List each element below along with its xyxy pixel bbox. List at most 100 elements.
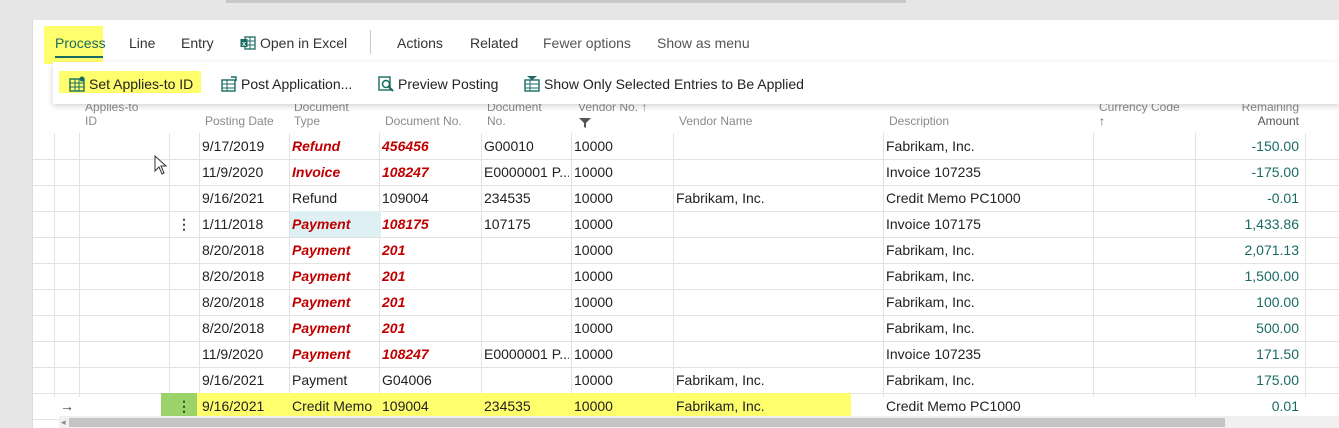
table-row[interactable]: ⋮ 1/11/2018 Payment 108175 107175 10000 …	[33, 211, 1339, 238]
vendor-name-cell	[676, 211, 881, 237]
browser-top-strip	[0, 0, 1339, 20]
posting-date-cell: 1/11/2018	[202, 216, 264, 232]
document-no-cell[interactable]: G04006	[382, 367, 478, 393]
ext-document-no-cell: E0000001 P...	[484, 346, 569, 362]
col-ext-document-no[interactable]: Document No.	[487, 100, 542, 128]
vendor-no-cell: 10000	[574, 138, 613, 154]
document-no-cell[interactable]: 201	[382, 289, 478, 315]
col-applies-to-id-line2: ID	[85, 114, 97, 128]
tab-process[interactable]: Process	[55, 32, 106, 54]
description-cell: Invoice 107235	[886, 346, 981, 362]
scroll-left-icon[interactable]: ◂	[61, 416, 66, 428]
document-no-cell[interactable]: 108247	[382, 159, 478, 185]
table-row[interactable]: 11/9/2020 Payment 108247 E0000001 P... 1…	[33, 341, 1339, 368]
ext-document-no-cell	[484, 263, 569, 289]
open-in-excel-button[interactable]: x Open in Excel	[240, 32, 347, 54]
remaining-amount-cell[interactable]: 171.50	[1198, 341, 1299, 367]
vendor-no-cell: 10000	[574, 216, 613, 232]
post-application-icon	[221, 76, 237, 92]
remaining-amount-cell[interactable]: -0.01	[1198, 185, 1299, 211]
process-active-underline	[55, 56, 103, 58]
sort-ascending-icon: ↑	[1099, 114, 1105, 128]
table-row[interactable]: 8/20/2018 Payment 201 10000 Fabrikam, In…	[33, 289, 1339, 316]
horizontal-scrollbar[interactable]: ◂	[59, 416, 1339, 428]
posting-date-cell: 9/16/2021	[202, 190, 265, 206]
document-type-cell: Payment	[292, 242, 351, 258]
top-scroll-indicator	[226, 0, 906, 3]
table-row[interactable]: 9/17/2019 Refund 456456 G00010 10000 Fab…	[33, 133, 1339, 160]
posting-date-cell: 8/20/2018	[202, 294, 265, 310]
preview-posting-button[interactable]: Preview Posting	[378, 74, 498, 94]
vendor-name-cell	[676, 341, 881, 367]
remaining-amount-cell[interactable]: 2,071.13	[1198, 237, 1300, 263]
table-row[interactable]: 9/16/2021 Refund 109004 234535 10000 Fab…	[33, 185, 1339, 212]
col-vendor-name[interactable]: Vendor Name	[679, 114, 752, 128]
vendor-no-cell: 10000	[574, 268, 613, 284]
svg-text:x: x	[242, 41, 246, 48]
vendor-name-cell: Fabrikam, Inc.	[676, 190, 765, 206]
preview-posting-label: Preview Posting	[398, 76, 499, 92]
document-type-cell: Payment	[292, 346, 351, 362]
col-remaining-amount[interactable]: Remaining Amount	[1223, 100, 1299, 128]
table-row[interactable]: 9/16/2021 Payment G04006 10000 Fabrikam,…	[33, 367, 1339, 394]
col-description[interactable]: Description	[889, 114, 949, 128]
document-type-cell: Invoice	[292, 164, 341, 180]
document-type-cell: Payment	[292, 294, 351, 310]
col-posting-date[interactable]: Posting Date	[205, 114, 274, 128]
remaining-amount-cell[interactable]: 1,500.00	[1198, 263, 1300, 289]
vendor-name-cell	[676, 315, 881, 341]
remaining-amount-cell[interactable]: 100.00	[1198, 289, 1299, 315]
col-document-type[interactable]: Document Type	[294, 100, 349, 128]
remaining-amount-cell[interactable]: 500.00	[1198, 315, 1299, 341]
document-no-cell[interactable]: 109004	[382, 185, 478, 211]
tab-related[interactable]: Related	[470, 32, 518, 54]
vendor-no-cell: 10000	[574, 320, 613, 336]
ext-document-no-cell: 107175	[484, 216, 531, 232]
col-applies-to-id[interactable]: Applies-to ID	[85, 100, 138, 128]
vendor-name-cell: Fabrikam, Inc.	[676, 372, 765, 388]
fewer-options-button[interactable]: Fewer options	[543, 32, 631, 54]
table-row[interactable]: 8/20/2018 Payment 201 10000 Fabrikam, In…	[33, 237, 1339, 264]
apply-vendor-entries-page: Process Line Entry x Open in Excel Action…	[32, 20, 1339, 428]
col-vendor-no[interactable]: Vendor No. ↑	[578, 100, 647, 132]
tab-actions[interactable]: Actions	[397, 32, 443, 54]
tab-line[interactable]: Line	[129, 32, 155, 54]
document-type-cell: Refund	[292, 138, 341, 154]
remaining-amount-cell[interactable]: -175.00	[1198, 159, 1299, 185]
set-applies-to-id-button[interactable]: Set Applies-to ID	[69, 74, 193, 94]
description-cell: Fabrikam, Inc.	[886, 138, 975, 154]
document-no-cell[interactable]: 108247	[382, 341, 478, 367]
col-currency-code[interactable]: Currency Code ↑	[1099, 100, 1180, 128]
description-cell: Invoice 107235	[886, 164, 981, 180]
scrollbar-thumb[interactable]	[69, 418, 1225, 427]
remaining-amount-cell[interactable]: 175.00	[1198, 367, 1299, 393]
posting-date-cell: 9/16/2021	[202, 372, 265, 388]
description-cell: Credit Memo PC1000	[886, 190, 1021, 206]
document-no-cell[interactable]: 456456	[382, 133, 478, 159]
document-no-cell[interactable]: 201	[382, 263, 478, 289]
document-no-cell[interactable]: 108175	[382, 211, 478, 237]
description-cell: Fabrikam, Inc.	[886, 372, 975, 388]
document-no-cell[interactable]: 201	[382, 237, 478, 263]
document-no-cell[interactable]: 201	[382, 315, 478, 341]
posting-date-cell: 8/20/2018	[202, 242, 265, 258]
tab-entry[interactable]: Entry	[181, 32, 214, 54]
remaining-amount-cell[interactable]: 1,433.86	[1198, 211, 1300, 237]
vendor-no-cell: 10000	[574, 346, 613, 362]
vendor-no-cell: 10000	[574, 164, 613, 180]
excel-icon: x	[240, 36, 256, 50]
post-application-button[interactable]: Post Application...	[221, 74, 352, 94]
show-as-menu-button[interactable]: Show as menu	[657, 32, 750, 54]
col-document-no[interactable]: Document No.	[385, 114, 462, 128]
remaining-amount-cell[interactable]: -150.00	[1198, 133, 1299, 159]
description-cell: Fabrikam, Inc.	[886, 268, 975, 284]
ext-document-no-cell	[484, 315, 569, 341]
posting-date-cell: 11/9/2020	[202, 346, 264, 362]
table-row[interactable]: 8/20/2018 Payment 201 10000 Fabrikam, In…	[33, 315, 1339, 342]
vendor-no-cell: 10000	[574, 242, 613, 258]
table-row[interactable]: 11/9/2020 Invoice 108247 E0000001 P... 1…	[33, 159, 1339, 186]
col-document-type-line2: Type	[294, 114, 321, 128]
show-only-selected-button[interactable]: Show Only Selected Entries to Be Applied	[524, 74, 804, 94]
row-menu-icon[interactable]: ⋮	[175, 211, 193, 237]
table-row[interactable]: 8/20/2018 Payment 201 10000 Fabrikam, In…	[33, 263, 1339, 290]
